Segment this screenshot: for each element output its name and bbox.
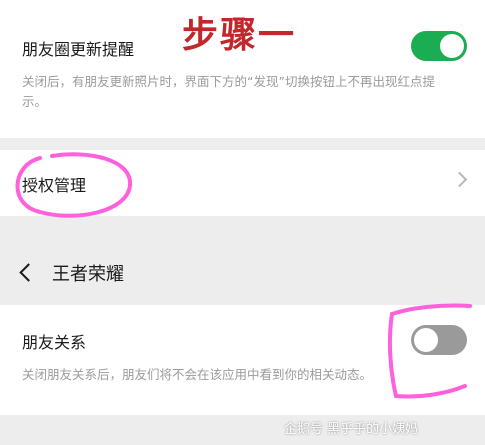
friend-relation-description: 关闭朋友关系后，朋友们将不会在该应用中看到你的相关动态。 <box>22 367 373 382</box>
back-arrow-icon[interactable] <box>19 263 38 282</box>
app-nav-title: 王者荣耀 <box>52 264 124 285</box>
friend-relation-toggle[interactable] <box>411 325 467 355</box>
friend-relation-section: 朋友关系 关闭朋友关系后，朋友们将不会在该应用中看到你的相关动态。 <box>0 305 485 415</box>
moments-update-toggle[interactable] <box>411 31 467 61</box>
watermark: 企鹅号 黑乎乎的小姨妈 <box>284 422 419 437</box>
toggle-knob <box>440 34 464 58</box>
step-label: 步骤一 <box>182 14 297 56</box>
moments-update-description: 关闭后，有朋友更新照片时，界面下方的“发现”切换按钮上不再出现红点提示。 <box>22 74 435 109</box>
authorization-management-row[interactable]: 授权管理 <box>0 150 485 216</box>
toggle-knob <box>414 328 438 352</box>
app-nav-header: 王者荣耀 <box>0 240 485 304</box>
chevron-right-icon <box>451 171 468 188</box>
moments-update-title: 朋友圈更新提醒 <box>22 40 135 59</box>
authorization-management-label: 授权管理 <box>22 176 87 195</box>
friend-relation-title: 朋友关系 <box>22 333 87 352</box>
